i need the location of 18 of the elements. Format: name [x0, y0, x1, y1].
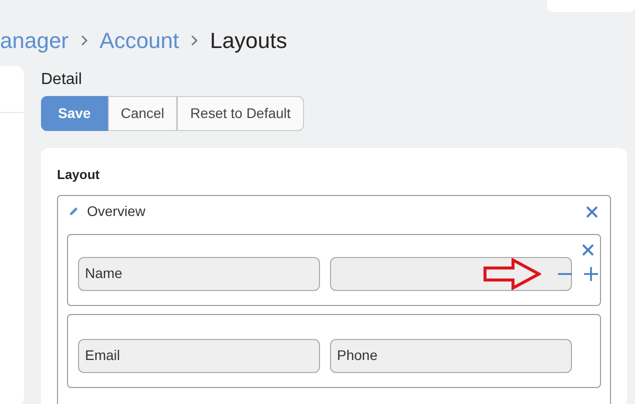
toolbar-button[interactable]: Reset to Default — [177, 96, 304, 131]
arrow-icon — [483, 258, 541, 290]
breadcrumb-current: Layouts — [210, 26, 288, 55]
close-icon[interactable] — [582, 244, 594, 256]
pencil-icon[interactable] — [68, 206, 79, 217]
card-title: Layout — [57, 166, 101, 184]
close-icon[interactable] — [586, 206, 598, 218]
field-slot[interactable]: Phone — [330, 338, 572, 372]
section-heading: Detail — [41, 70, 83, 88]
minus-icon[interactable] — [558, 272, 572, 276]
empty-field-slot[interactable] — [330, 256, 572, 290]
panel-title: Overview — [87, 202, 146, 221]
chevron-icon — [80, 34, 88, 46]
plus-icon[interactable] — [584, 266, 598, 280]
toolbar-button[interactable]: Cancel — [108, 96, 178, 131]
field-slot[interactable]: Email — [78, 338, 320, 372]
field-slot[interactable]: Name — [78, 256, 320, 290]
chevron-icon — [191, 34, 198, 46]
